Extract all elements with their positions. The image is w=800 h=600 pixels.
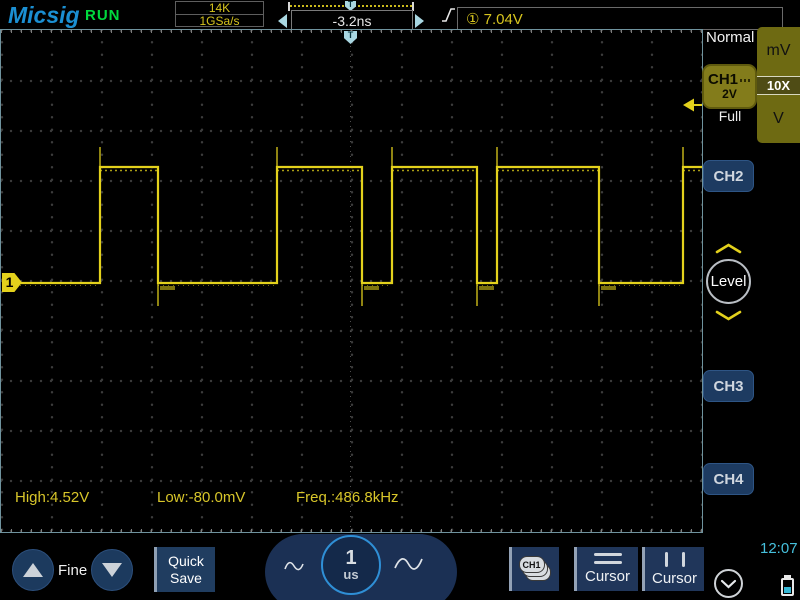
level-down-chevron-icon[interactable] xyxy=(715,310,742,321)
level-knob[interactable]: Level xyxy=(706,259,751,304)
fine-up-button[interactable] xyxy=(12,549,54,591)
active-channel-button[interactable]: CH1 xyxy=(509,547,559,591)
ch1-button[interactable]: CH1 2V xyxy=(702,64,757,109)
ch1-label: CH1 xyxy=(707,71,738,88)
channel-stack-icon: CH1 xyxy=(518,556,553,582)
graticule xyxy=(1,30,702,532)
measure-high: High:4.52V xyxy=(15,489,90,506)
vertical-cursor-button[interactable]: Cursor xyxy=(642,547,704,591)
oscilloscope-screen: Micsig RUN 14K 1GSa/s T -3.2ns ① 7.04V T… xyxy=(0,0,800,600)
sample-rate: 1GSa/s xyxy=(199,14,240,28)
ch1-trace-style-icon xyxy=(740,78,751,82)
brand-logo: Micsig xyxy=(8,2,80,28)
acquisition-box[interactable]: 14K 1GSa/s xyxy=(175,1,264,27)
level-up-chevron-icon[interactable] xyxy=(715,243,742,254)
trigger-slope-icon[interactable] xyxy=(441,7,456,24)
mv-button[interactable]: mV xyxy=(757,27,800,76)
quick-save-button[interactable]: Quick Save xyxy=(154,547,215,592)
ch1-bandwidth: Full xyxy=(718,108,742,124)
quick-save-line1: Quick xyxy=(168,552,204,569)
measure-low: Low:-80.0mV xyxy=(157,489,246,506)
trigger-level-readout[interactable]: ① 7.04V xyxy=(457,7,783,30)
channel-stack-label: CH1 xyxy=(518,556,545,573)
timebase-zoom-in-icon[interactable] xyxy=(393,551,424,579)
collapse-menu-button[interactable] xyxy=(714,569,743,598)
pan-left-arrow-icon[interactable] xyxy=(278,14,287,28)
timebase-unit: us xyxy=(343,567,359,582)
timebase-zoom-out-icon[interactable] xyxy=(283,555,305,579)
fine-label: Fine xyxy=(58,562,88,579)
ch1-scale: 2V xyxy=(722,87,737,101)
vertical-unit-column: mV 10X V xyxy=(757,27,800,143)
vertical-cursor-icon xyxy=(664,551,685,567)
v-button[interactable]: V xyxy=(757,95,800,144)
horizontal-cursor-label: Cursor xyxy=(584,568,630,585)
fine-down-button[interactable] xyxy=(91,549,133,591)
measure-freq: Freq.:486.8kHz xyxy=(296,489,399,506)
ch3-button[interactable]: CH3 xyxy=(703,370,754,402)
trigger-position-line xyxy=(350,31,351,531)
battery-icon xyxy=(781,578,794,596)
trigger-mode-label: Normal xyxy=(706,29,755,46)
down-arrow-icon xyxy=(102,563,122,577)
chevron-down-icon xyxy=(720,579,737,588)
pan-right-arrow-icon[interactable] xyxy=(415,14,424,28)
up-arrow-icon xyxy=(23,563,43,577)
ch2-button[interactable]: CH2 xyxy=(703,160,754,192)
run-status: RUN xyxy=(85,7,121,24)
ch4-button[interactable]: CH4 xyxy=(703,463,754,495)
graticule-ticks-bottom xyxy=(1,529,702,532)
trigger-position-readout[interactable]: -3.2ns xyxy=(291,10,413,31)
quick-save-line2: Save xyxy=(170,569,202,586)
timebase-readout[interactable]: 1 us xyxy=(321,535,381,595)
horizontal-cursor-button[interactable]: Cursor xyxy=(574,547,638,591)
vertical-cursor-label: Cursor xyxy=(651,569,697,587)
clock: 12:07 xyxy=(760,540,798,557)
probe-ratio-badge[interactable]: 10X xyxy=(757,75,800,95)
horizontal-cursor-icon xyxy=(593,553,622,564)
timebase-value: 1 xyxy=(345,547,357,569)
